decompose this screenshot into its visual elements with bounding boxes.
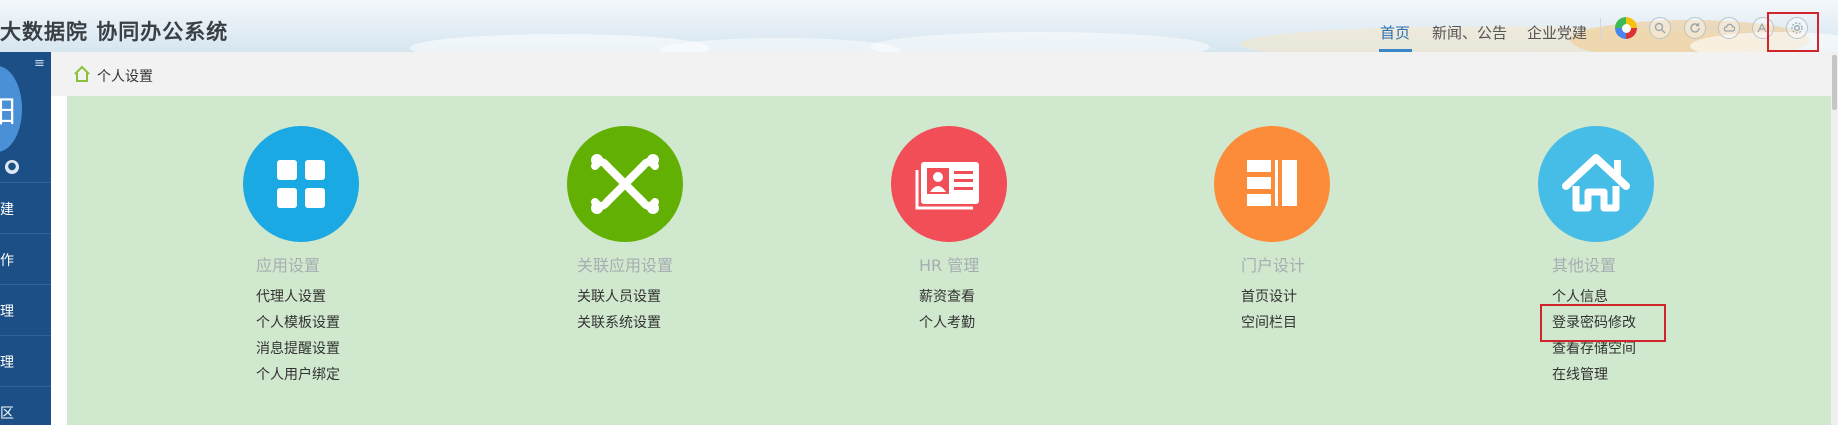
settings-icon[interactable] — [1786, 17, 1808, 39]
sidebar-item-4[interactable]: 理 — [0, 335, 51, 385]
section-portal-design: 门户设计 首页设计 空间栏目 — [1214, 96, 1454, 425]
section-title: 关联应用设置 — [577, 256, 674, 275]
joomla-link-icon[interactable] — [567, 126, 683, 242]
section-title: 门户设计 — [1241, 256, 1306, 275]
link-space-columns[interactable]: 空间栏目 — [1241, 310, 1297, 336]
nav-item-news[interactable]: 新闻、公告 — [1432, 22, 1507, 43]
breadcrumb-label: 个人设置 — [97, 69, 153, 85]
link-change-password[interactable]: 登录密码修改 — [1552, 310, 1636, 336]
link-proxy-settings[interactable]: 代理人设置 — [256, 284, 340, 310]
user-icon[interactable]: ● — [5, 160, 19, 174]
section-links: 首页设计 空间栏目 — [1241, 284, 1297, 336]
app-title: 大数据院 协同办公系统 — [0, 20, 229, 44]
house-icon[interactable] — [1538, 126, 1654, 242]
sidebar-item-label: 区 — [0, 406, 14, 422]
link-storage-space[interactable]: 查看存储空间 — [1552, 336, 1636, 362]
link-message-reminder[interactable]: 消息提醒设置 — [256, 336, 340, 362]
section-links: 个人信息 登录密码修改 查看存储空间 在线管理 — [1552, 284, 1636, 388]
grid-icon[interactable] — [243, 126, 359, 242]
cloud-icon[interactable] — [1718, 17, 1740, 39]
section-links: 关联人员设置 关联系统设置 — [577, 284, 661, 336]
nav-item-home[interactable]: 首页 — [1380, 22, 1410, 43]
link-personal-info[interactable]: 个人信息 — [1552, 284, 1636, 310]
sidebar-item-5[interactable]: 区 — [0, 386, 51, 436]
sidebar-item-1[interactable]: 建 — [0, 182, 51, 232]
link-attendance[interactable]: 个人考勤 — [919, 310, 975, 336]
settings-panel: 应用设置 代理人设置 个人模板设置 消息提醒设置 个人用户绑定 关联应用设置 关… — [67, 96, 1831, 425]
section-title: 其他设置 — [1552, 256, 1617, 275]
refresh-icon[interactable] — [1684, 17, 1706, 39]
sidebar-item-label: 理 — [0, 355, 14, 371]
link-online-management[interactable]: 在线管理 — [1552, 362, 1636, 388]
nav-item-party[interactable]: 企业党建 — [1527, 22, 1587, 43]
section-links: 代理人设置 个人模板设置 消息提醒设置 个人用户绑定 — [256, 284, 340, 388]
section-hr-management: HR 管理 薪资查看 个人考勤 — [891, 96, 1131, 425]
font-icon[interactable] — [1752, 17, 1774, 39]
top-header: 大数据院 协同办公系统 首页 新闻、公告 企业党建 — [0, 0, 1838, 53]
section-linked-app-settings: 关联应用设置 关联人员设置 关联系统设置 — [567, 96, 807, 425]
sidebar-item-3[interactable]: 理 — [0, 284, 51, 334]
sidebar-item-label: 理 — [0, 304, 14, 320]
section-links: 薪资查看 个人考勤 — [919, 284, 975, 336]
section-title: HR 管理 — [919, 256, 980, 275]
portal-layout-icon[interactable] — [1214, 126, 1330, 242]
left-sidebar: ≡ 阳 ● 建 作 理 理 区 — [0, 52, 51, 425]
color-wheel-icon[interactable] — [1615, 17, 1637, 39]
link-salary-view[interactable]: 薪资查看 — [919, 284, 975, 310]
link-homepage-design[interactable]: 首页设计 — [1241, 284, 1297, 310]
link-linked-people[interactable]: 关联人员设置 — [577, 284, 661, 310]
sidebar-item-label: 建 — [0, 202, 14, 218]
sidebar-item-2[interactable]: 作 — [0, 233, 51, 283]
scrollbar-thumb[interactable] — [1832, 55, 1837, 110]
contact-card-icon[interactable] — [891, 126, 1007, 242]
menu-toggle-icon[interactable]: ≡ — [34, 56, 45, 71]
home-icon[interactable] — [73, 65, 91, 83]
section-title: 应用设置 — [256, 256, 321, 275]
link-template-settings[interactable]: 个人模板设置 — [256, 310, 340, 336]
breadcrumb: 个人设置 — [51, 52, 1838, 96]
section-other-settings: 其他设置 个人信息 登录密码修改 查看存储空间 在线管理 — [1538, 96, 1778, 425]
link-user-binding[interactable]: 个人用户绑定 — [256, 362, 340, 388]
sidebar-item-label: 作 — [0, 253, 14, 269]
section-app-settings: 应用设置 代理人设置 个人模板设置 消息提醒设置 个人用户绑定 — [243, 96, 483, 425]
link-linked-systems[interactable]: 关联系统设置 — [577, 310, 661, 336]
search-icon[interactable] — [1649, 17, 1671, 39]
avatar[interactable]: 阳 — [0, 66, 22, 152]
header-divider — [1600, 18, 1601, 42]
